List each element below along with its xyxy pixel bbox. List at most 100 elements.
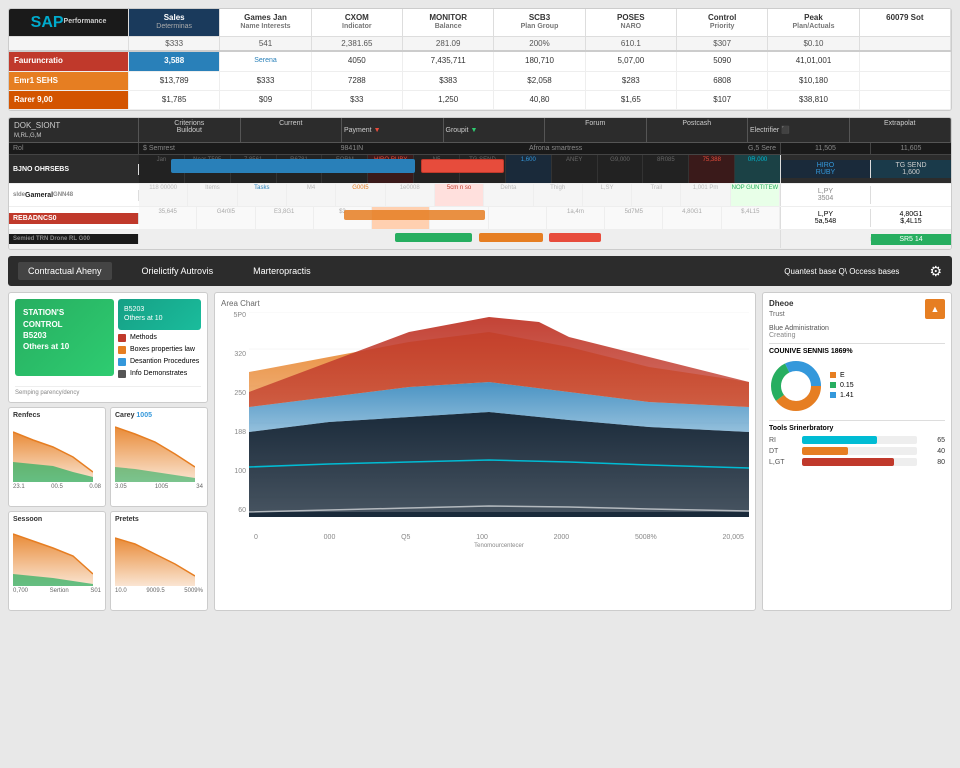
x-label-4: 100: [476, 534, 488, 541]
gantt-row-4: Semied TRN Drone RL G00 SR5 14: [9, 230, 951, 249]
pb-label-2: DT: [769, 448, 799, 455]
rp-indicator-icon: ▲: [931, 304, 940, 314]
x-label-1: 0: [254, 534, 258, 541]
pb-row-3: L,GT 80: [769, 458, 945, 466]
gantt-bar-1b: [421, 159, 504, 173]
gh-forum: Forum: [545, 118, 647, 142]
gantt-right-4: [781, 237, 871, 241]
y-label-5: 100: [221, 468, 246, 475]
small-chart-2: Carey 1005 3.05: [110, 407, 208, 507]
gs-balance: G,5 Sere: [748, 145, 776, 152]
row2-c6: $283: [586, 72, 677, 90]
row1-c8: 41,01,001: [768, 52, 859, 70]
sc3-title: Sessoon: [13, 516, 101, 523]
legend-dot-2: [118, 346, 126, 354]
nav-item-1[interactable]: Contractual Aheny: [18, 262, 112, 280]
gh-groupit: Groupit ▼: [444, 118, 546, 142]
gantt-label-3: REBADNCS0: [9, 213, 139, 224]
rp-li-3: 1.41: [830, 392, 854, 399]
pb-track-3: [802, 458, 917, 466]
legend-dot-1: [118, 334, 126, 342]
row1-c5: 180,710: [494, 52, 585, 70]
sc1-svg: [13, 422, 93, 482]
gantt-months-header: Rol $ Semrest 9841IN Afrona smartress G,…: [9, 143, 951, 155]
nav-item-4[interactable]: Quantest base Q\ Occess bases: [774, 263, 909, 280]
rp-sub2: Creating: [769, 332, 829, 339]
sap-logo: SAP: [31, 13, 64, 32]
row3-c6: $1,65: [586, 91, 677, 109]
col-header-6: POSESNARO: [586, 9, 677, 36]
teal-status-box: B5203Others at 10: [118, 299, 201, 329]
sc2-l2: 1005: [155, 484, 168, 490]
legend-label-1: Methods: [130, 334, 157, 341]
pb-track-1: [802, 436, 917, 444]
row3-c4: 1,250: [403, 91, 494, 109]
gantt-bars-3: 35,645 G4r0l5 E3,8G1 $3 1a,4rn 5d7M5 4,8…: [139, 207, 781, 229]
data-row-3: Rarer 9,00 $1,785 $09 $33 1,250 40,80 $1…: [9, 91, 951, 110]
legend-dot-3: [118, 358, 126, 366]
settings-icon[interactable]: ⚙: [929, 263, 942, 280]
col-header-8: PeakPlan/Actuals: [768, 9, 859, 36]
row2-c4: $383: [403, 72, 494, 90]
sh-7: $307: [677, 37, 768, 50]
legend-item-3: Desantion Procedures: [118, 358, 201, 366]
gh-criteria: CriterionsBuildout: [139, 118, 241, 142]
row3-c9: [860, 91, 951, 109]
gantt-right-3: L,PY5a,548: [781, 209, 871, 227]
rp-desc: Blue Administration: [769, 325, 829, 332]
col-header-2: Games JanName Interests: [220, 9, 311, 36]
y-label-3: 250: [221, 390, 246, 397]
gs-value: 9841IN: [341, 145, 364, 152]
gantt-col-label: DOK_SIONTM,RL,G,M: [9, 118, 139, 142]
col-header-9: 60079 Sot: [860, 9, 951, 36]
app-subtitle: Performance: [64, 18, 107, 26]
sc4-l3: 5009%: [184, 588, 203, 594]
gantt-bars-1: Jan Near T505 7,8561 R6781 FORM HIRO RUB…: [139, 155, 781, 183]
gantt-bar-4b: [479, 233, 543, 242]
col-header-1: SalesDeterminas: [129, 9, 220, 36]
gh-extrapolat: Extrapolat: [850, 118, 951, 142]
row1-c7: 5090: [677, 52, 768, 70]
col-header-4: MONITORBalance: [403, 9, 494, 36]
green-status-box: STATION'S CONTROL B5203 Others at 10: [15, 299, 114, 375]
pb-label-3: L,GT: [769, 459, 799, 466]
left-column: STATION'S CONTROL B5203 Others at 10 B52…: [8, 292, 208, 610]
gantt-section: DOK_SIONTM,RL,G,M CriterionsBuildout Cur…: [8, 117, 952, 250]
col-header-7: ControlPriority: [677, 9, 768, 36]
rp-legend-items: E 0.15 1.41: [830, 372, 854, 402]
sc1-labels: 23.1 00.5 0.08: [13, 484, 101, 490]
legend-label-2: Boxes properties law: [130, 346, 195, 353]
sc4-svg: [115, 526, 195, 586]
status-line2: CONTROL: [23, 319, 106, 330]
gantt-row-3: REBADNCS0 35,645 G4r0l5 E3,8G1 $3 1a,4rn…: [9, 207, 951, 230]
row1-c9: [860, 52, 951, 70]
row3-c8: $38,810: [768, 91, 859, 109]
sc4-l1: 10.0: [115, 588, 127, 594]
row2-c5: $2,058: [494, 72, 585, 90]
rp-li-3-label: 1.41: [840, 392, 854, 399]
table-subheader-row: $333 541 2,381.65 281.09 200% 610.1 $307…: [9, 37, 951, 52]
small-charts-grid: Renfecs 23.1 0: [8, 407, 208, 611]
sh-9: [860, 37, 951, 50]
legend-chart-title: COUNIVE SENNIS 1869%: [769, 348, 945, 355]
row2-c7: 6808: [677, 72, 768, 90]
main-chart-container: 5P0 320 250 188 100 60: [221, 312, 749, 532]
sap-logo-cell: SAP Performance: [9, 9, 129, 36]
nav-item-2[interactable]: Orielictify Autrovis: [132, 262, 224, 280]
rp-chart-area: E 0.15 1.41: [769, 359, 945, 414]
table-header-row: SAP Performance SalesDeterminas Games Ja…: [9, 9, 951, 37]
sh-1: $333: [129, 37, 220, 50]
gantt-bars-4: [139, 230, 781, 248]
gantt-far-right-4: SR5 14: [871, 234, 951, 245]
gs-space: Afrona smartress: [529, 145, 582, 152]
legend-boxes: STATION'S CONTROL B5203 Others at 10 B52…: [15, 299, 201, 379]
sc1-title: Renfecs: [13, 412, 101, 419]
progress-title: Tools Srinerbratory: [769, 425, 945, 432]
nav-item-3[interactable]: Marteropractis: [243, 262, 321, 280]
row1-c6: 5,07,00: [586, 52, 677, 70]
sc1-l2: 00.5: [51, 484, 63, 490]
small-chart-1: Renfecs 23.1 0: [8, 407, 106, 507]
x-axis: 0 000 Q5 100 2000 5008% 20,005: [249, 534, 749, 541]
row1-c3: 4050: [312, 52, 403, 70]
divider-1: [769, 343, 945, 344]
